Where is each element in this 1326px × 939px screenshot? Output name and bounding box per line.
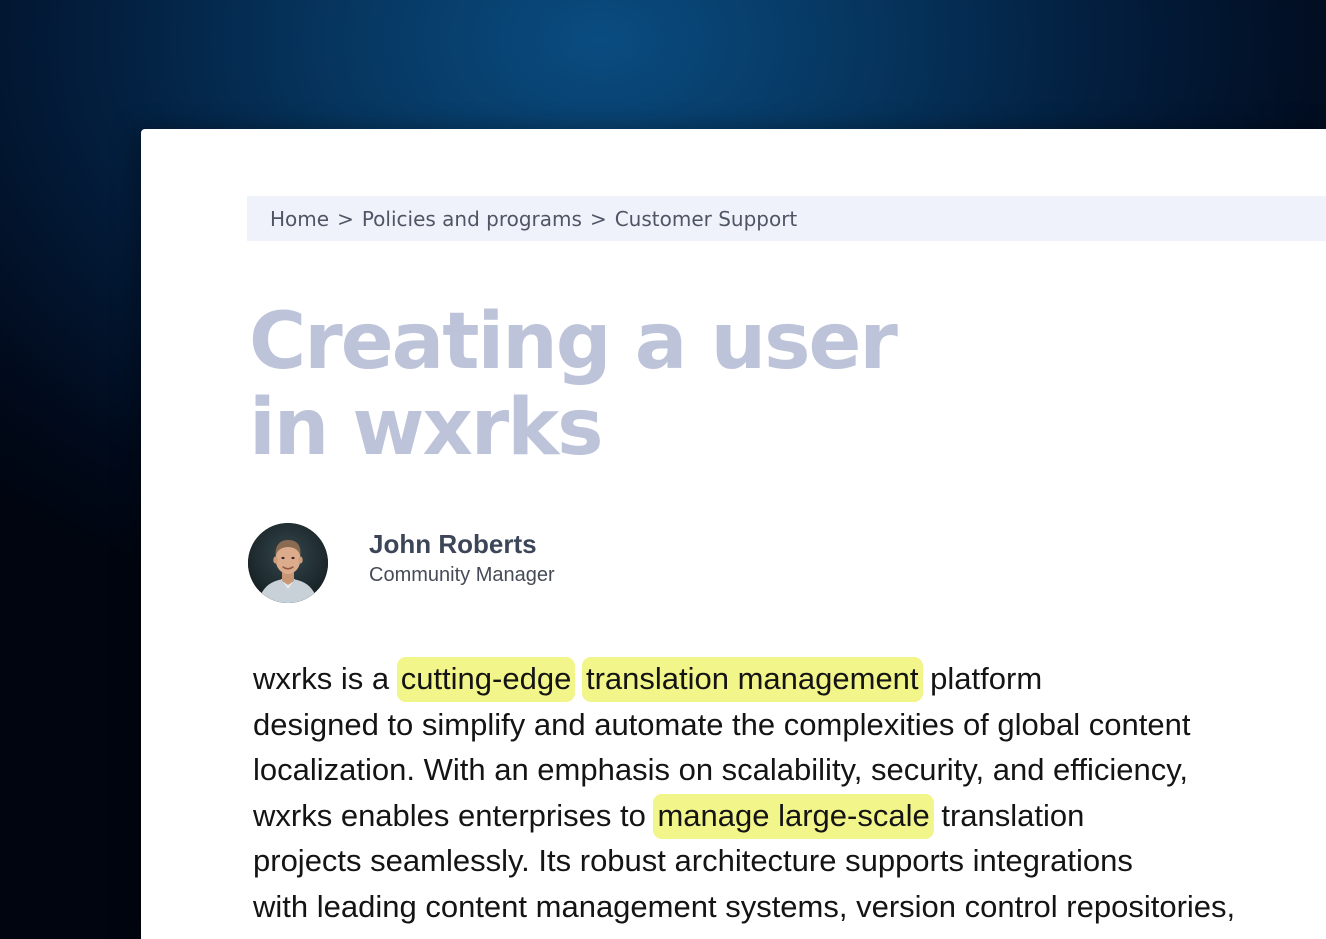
article-body: wxrks is a cutting-edge translation mana… — [253, 656, 1326, 930]
person-photo-icon — [248, 523, 328, 603]
body-text: platform — [930, 661, 1043, 696]
body-line: wxrks enables enterprises to manage larg… — [253, 793, 1326, 839]
article-page: Home > Policies and programs > Customer … — [141, 129, 1326, 939]
body-line: localization. With an emphasis on scalab… — [253, 752, 1189, 788]
body-line: projects seamlessly. Its robust architec… — [253, 843, 1133, 879]
author-avatar[interactable] — [248, 523, 328, 603]
body-line: designed to simplify and automate the co… — [253, 706, 1191, 742]
body-line: wxrks is a cutting-edge translation mana… — [253, 656, 1326, 702]
breadcrumb-home[interactable]: Home — [270, 207, 329, 231]
highlight-manage-large-scale[interactable]: manage large-scale — [653, 793, 934, 839]
highlight-cutting-edge[interactable]: cutting-edge — [396, 657, 576, 702]
body-text: wxrks is a — [253, 661, 390, 696]
body-line: with leading content management systems,… — [253, 888, 1236, 924]
page-title-line: in wxrks — [249, 383, 604, 473]
author-block: John Roberts Community Manager — [248, 523, 555, 603]
page-title: Creating a user in wxrks — [249, 299, 1149, 471]
breadcrumb-separator: > — [337, 206, 354, 231]
breadcrumb: Home > Policies and programs > Customer … — [247, 196, 1326, 241]
page-title-line: Creating a user — [249, 297, 898, 387]
body-text: wxrks enables enterprises to — [253, 797, 646, 833]
author-role: Community Manager — [369, 563, 555, 586]
breadcrumb-policies-and-programs[interactable]: Policies and programs — [362, 207, 582, 231]
author-name[interactable]: John Roberts — [369, 529, 555, 559]
author-info: John Roberts Community Manager — [369, 529, 555, 588]
breadcrumb-customer-support[interactable]: Customer Support — [615, 207, 798, 231]
highlight-translation-management[interactable]: translation management — [581, 657, 923, 702]
breadcrumb-separator: > — [589, 206, 607, 231]
body-text: translation — [941, 797, 1085, 833]
